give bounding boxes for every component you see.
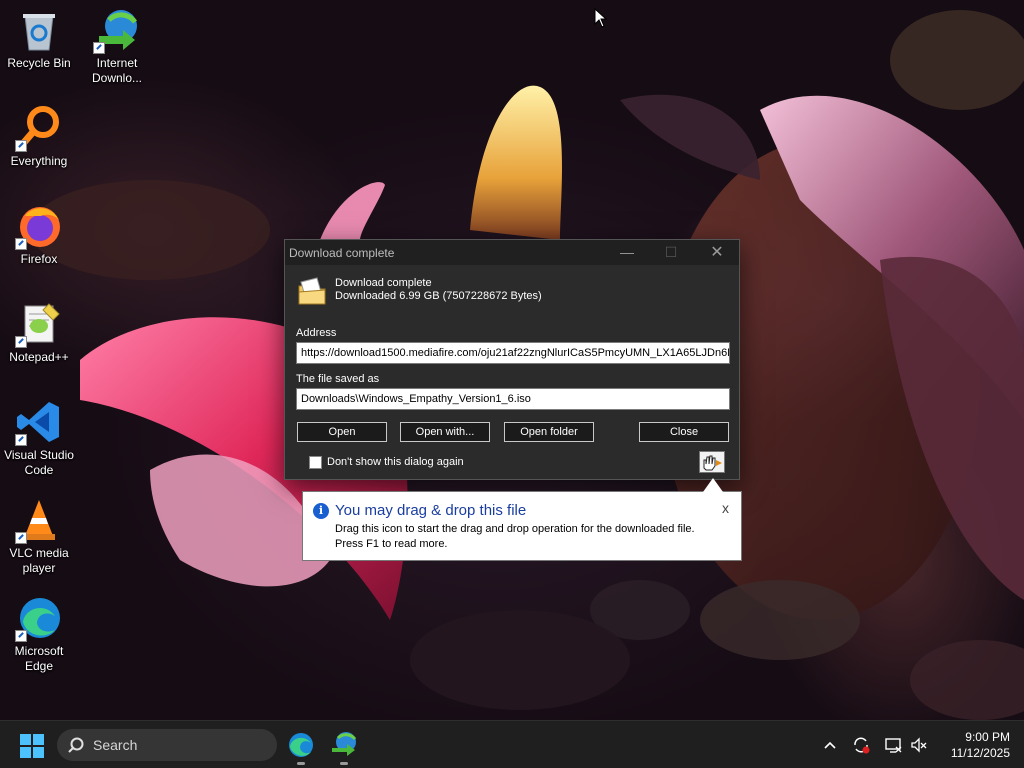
open-button[interactable]: Open xyxy=(297,422,387,442)
tooltip-arrow xyxy=(703,478,723,492)
desktop-icon-everything[interactable]: Everything xyxy=(2,104,76,169)
desktop-icon-label: VLC media player xyxy=(9,546,69,575)
dialog-titlebar[interactable]: Download complete — ☐ ✕ xyxy=(285,240,739,265)
tooltip-text: Drag this icon to start the drag and dro… xyxy=(335,523,695,535)
desktop-icon-recycle-bin[interactable]: Recycle Bin xyxy=(2,6,76,71)
vscode-icon xyxy=(15,398,63,446)
desktop-icon-label: Notepad++ xyxy=(9,350,69,364)
desktop-icon-firefox[interactable]: Firefox xyxy=(2,202,76,267)
tooltip-title: You may drag & drop this file xyxy=(335,502,527,519)
shortcut-arrow-icon xyxy=(15,140,27,152)
desktop-icon-internet-download-manager[interactable]: Internet Downlo... xyxy=(80,6,154,86)
shortcut-arrow-icon xyxy=(15,336,27,348)
drag-hand-icon xyxy=(703,455,722,471)
idm-icon xyxy=(332,732,357,756)
windows-logo-icon xyxy=(20,734,31,745)
firefox-icon xyxy=(15,202,63,250)
download-complete-icon xyxy=(297,276,327,306)
sync-status-icon[interactable] xyxy=(851,735,871,755)
dont-show-again-label[interactable]: Don't show this dialog again xyxy=(327,456,464,468)
taskbar-app-idm[interactable] xyxy=(328,729,360,765)
desktop-icon-label: Microsoft Edge xyxy=(14,644,64,673)
shortcut-arrow-icon xyxy=(15,238,27,250)
system-clock[interactable]: 9:00 PM 11/12/2025 xyxy=(936,729,1010,761)
notepadpp-icon xyxy=(15,300,63,348)
desktop-icon-vlc[interactable]: VLC media player xyxy=(2,496,76,576)
desktop-icon-edge[interactable]: Microsoft Edge xyxy=(2,594,76,674)
taskbar-app-edge[interactable] xyxy=(285,729,317,765)
search-placeholder: Search xyxy=(93,737,138,753)
dialog-title: Download complete xyxy=(289,246,395,260)
idm-icon xyxy=(93,6,141,54)
open-with-button[interactable]: Open with... xyxy=(400,422,490,442)
saved-path-field[interactable]: Downloads\Windows_Empathy_Version1_6.iso xyxy=(296,388,730,410)
download-size-text: Downloaded 6.99 GB (7507228672 Bytes) xyxy=(335,290,542,302)
desktop-icon-notepadpp[interactable]: Notepad++ xyxy=(2,300,76,365)
everything-search-icon xyxy=(15,104,63,152)
minimize-button[interactable]: — xyxy=(605,240,649,265)
show-hidden-icons-chevron-icon[interactable] xyxy=(820,735,840,755)
taskbar-search[interactable]: Search xyxy=(57,729,277,761)
drag-drop-tooltip: i You may drag & drop this file Drag thi… xyxy=(302,478,742,561)
mouse-cursor-icon xyxy=(594,8,608,28)
recycle-bin-icon xyxy=(15,6,63,54)
desktop-icon-label: Visual Studio Code xyxy=(4,448,74,477)
desktop-icon-label: Recycle Bin xyxy=(7,56,71,70)
desktop-icon-vscode[interactable]: Visual Studio Code xyxy=(2,398,76,478)
volume-muted-icon[interactable] xyxy=(909,735,929,755)
running-indicator xyxy=(297,762,305,765)
search-icon xyxy=(68,737,84,753)
address-field[interactable]: https://download1500.mediafire.com/oju21… xyxy=(296,342,730,364)
shortcut-arrow-icon xyxy=(15,532,27,544)
desktop-icon-label: Everything xyxy=(10,154,68,168)
network-icon[interactable] xyxy=(883,735,903,755)
shortcut-arrow-icon xyxy=(93,42,105,54)
shortcut-arrow-icon xyxy=(15,630,27,642)
edge-icon xyxy=(289,733,313,757)
saved-as-label: The file saved as xyxy=(296,373,380,385)
close-button[interactable]: Close xyxy=(639,422,729,442)
clock-date: 11/12/2025 xyxy=(950,746,1010,760)
desktop-icon-label: Firefox xyxy=(20,252,58,266)
vlc-icon xyxy=(15,496,63,544)
clock-time: 9:00 PM xyxy=(965,730,1010,744)
tooltip-close-button[interactable]: x xyxy=(722,500,729,516)
address-label: Address xyxy=(296,327,337,339)
dont-show-again-checkbox[interactable] xyxy=(309,456,322,469)
open-folder-button[interactable]: Open folder xyxy=(504,422,594,442)
running-indicator xyxy=(340,762,348,765)
info-icon: i xyxy=(313,503,329,519)
tooltip-help-text: Press F1 to read more. xyxy=(335,538,448,550)
shortcut-arrow-icon xyxy=(15,434,27,446)
start-button[interactable] xyxy=(20,734,44,758)
desktop-icon-label: Internet Downlo... xyxy=(91,56,143,85)
close-window-button[interactable]: ✕ xyxy=(695,240,739,265)
download-complete-dialog: Download complete — ☐ ✕ Download complet… xyxy=(284,239,740,480)
dialog-heading: Download complete xyxy=(335,277,432,289)
edge-icon xyxy=(15,594,63,642)
drag-drop-handle[interactable] xyxy=(699,451,725,473)
maximize-button: ☐ xyxy=(664,244,678,260)
taskbar: Search 9:00 PM 11/12/2025 xyxy=(0,720,1024,768)
